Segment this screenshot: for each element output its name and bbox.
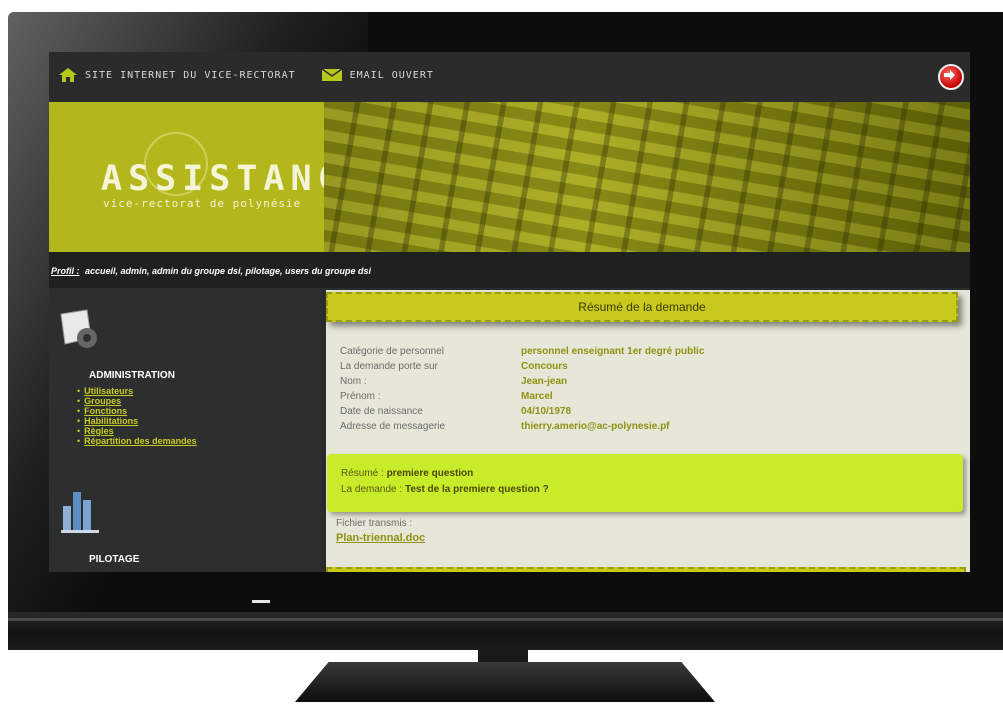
field-value: thierry.amerio@ac-polynesie.pf: [521, 421, 670, 432]
field-row: Prénom : Marcel: [340, 389, 704, 404]
request-summary-panel: Résumé de la demande Catégorie de person…: [326, 290, 970, 572]
app-screen: SITE INTERNET DU VICE-RECTORAT EMAIL OUV…: [49, 52, 970, 572]
menu-link-habilitations[interactable]: Habilitations: [84, 416, 138, 426]
field-value: personnel enseignant 1er degré public: [521, 346, 705, 357]
menu-item-groupes: • Groupes: [77, 396, 197, 406]
profile-value: accueil, admin, admin du groupe dsi, pil…: [85, 266, 372, 276]
demande-line: La demande : Test de la premiere questio…: [341, 484, 549, 495]
resume-label: Résumé :: [341, 468, 384, 479]
power-led: [252, 600, 270, 603]
field-row: Date de naissance 04/10/1978: [340, 404, 704, 419]
question-highlight-box: Résumé : premiere question La demande : …: [327, 454, 963, 512]
home-icon[interactable]: [59, 68, 77, 82]
site-internet-link[interactable]: SITE INTERNET DU VICE-RECTORAT: [85, 70, 296, 81]
pilot-section-title: PILOTAGE: [89, 554, 140, 565]
menu-link-regles[interactable]: Règles: [84, 426, 114, 436]
menu-link-fonctions[interactable]: Fonctions: [84, 406, 127, 416]
summary-fields: Catégorie de personnel personnel enseigna…: [340, 344, 704, 434]
attached-file-link[interactable]: Plan-triennal.doc: [336, 532, 425, 544]
profile-text: Profil : accueil, admin, admin du groupe…: [51, 266, 371, 276]
resume-line: Résumé : premiere question: [341, 468, 473, 479]
banner-logo-area: ASSISTANCE vice-rectorat de polynésie: [49, 102, 366, 252]
menu-link-groupes[interactable]: Groupes: [84, 396, 121, 406]
menu-link-repartition[interactable]: Répartition des demandes: [84, 436, 197, 446]
bullet: •: [77, 426, 81, 436]
banner-building-photo: [324, 102, 970, 252]
top-bar: SITE INTERNET DU VICE-RECTORAT EMAIL OUV…: [49, 52, 970, 102]
field-row: Catégorie de personnel personnel enseigna…: [340, 344, 704, 359]
summary-footer-bar: [326, 567, 966, 572]
menu-item-repartition: • Répartition des demandes: [77, 436, 197, 446]
file-label: Fichier transmis :: [336, 518, 413, 529]
menu-item-habilitations: • Habilitations: [77, 416, 197, 426]
field-label: Date de naissance: [340, 406, 423, 417]
field-value: Concours: [521, 361, 568, 372]
brand-subtitle: vice-rectorat de polynésie: [103, 197, 302, 210]
mail-icon[interactable]: [321, 69, 342, 81]
field-label: Adresse de messagerie: [340, 421, 446, 432]
menu-item-regles: • Règles: [77, 426, 197, 436]
tv-chin-line: [8, 618, 1003, 621]
bullet: •: [77, 406, 81, 416]
field-label: La demande porte sur: [340, 361, 438, 372]
field-label: Nom :: [340, 376, 367, 387]
arrow-right-icon: [944, 70, 955, 80]
demande-value: Test de la premiere question ?: [404, 484, 549, 495]
field-row: Adresse de messagerie thierry.amerio@ac-p…: [340, 419, 704, 434]
field-row: Nom : Jean-jean: [340, 374, 704, 389]
bullet: •: [77, 396, 81, 406]
profile-label[interactable]: Profil :: [51, 266, 80, 276]
field-value: 04/10/1978: [521, 406, 572, 417]
field-value: Jean-jean: [521, 376, 568, 387]
email-link[interactable]: EMAIL OUVERT: [350, 70, 434, 81]
bullet: •: [77, 416, 81, 426]
field-label: Prénom :: [340, 391, 381, 402]
sidebar: ADMINISTRATION • Utilisateurs • Groupes • F…: [49, 288, 321, 572]
field-value: Marcel: [521, 391, 553, 402]
resume-value: premiere question: [386, 468, 474, 479]
menu-item-utilisateurs: • Utilisateurs: [77, 386, 197, 396]
profile-bar: Profil : accueil, admin, admin du groupe…: [49, 252, 970, 288]
demande-label: La demande :: [341, 484, 403, 495]
admin-menu: • Utilisateurs • Groupes • Fonctions • Habil…: [77, 386, 197, 446]
menu-link-utilisateurs[interactable]: Utilisateurs: [84, 386, 133, 396]
bar-chart-icon: [61, 492, 99, 533]
header-banner: ASSISTANCE vice-rectorat de polynésie: [49, 102, 970, 252]
bullet: •: [77, 386, 81, 396]
tv-stand-base: [295, 662, 715, 702]
top-navigation: SITE INTERNET DU VICE-RECTORAT EMAIL OUV…: [59, 68, 452, 82]
bullet: •: [77, 436, 81, 446]
logout-button[interactable]: [938, 64, 964, 90]
menu-item-fonctions: • Fonctions: [77, 406, 197, 416]
field-label: Catégorie de personnel: [340, 346, 444, 357]
field-row: La demande porte sur Concours: [340, 359, 704, 374]
admin-gear-icon: [60, 309, 97, 348]
admin-section-title: ADMINISTRATION: [89, 370, 175, 381]
summary-header: Résumé de la demande: [326, 292, 958, 322]
